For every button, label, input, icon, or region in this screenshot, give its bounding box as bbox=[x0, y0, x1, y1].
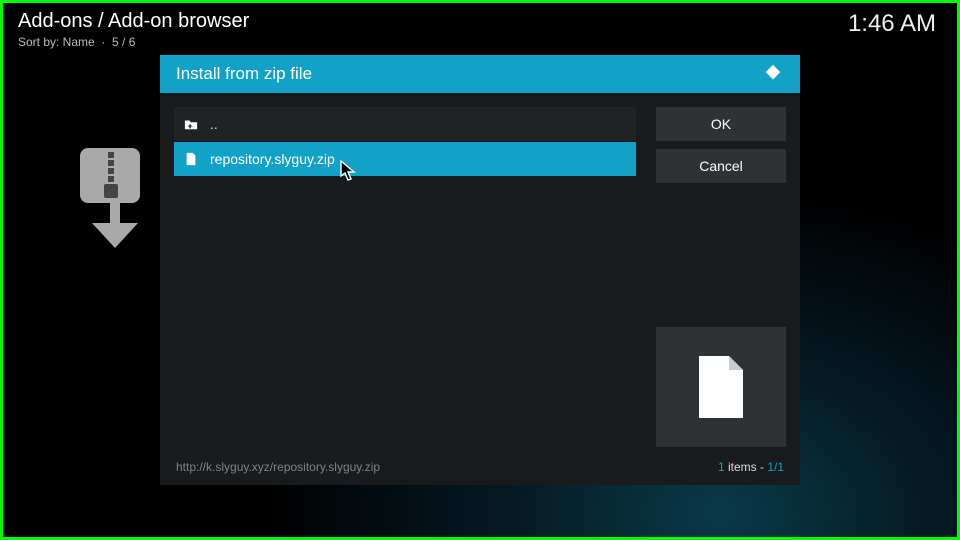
file-list: .. repository.slyguy.zip bbox=[174, 107, 636, 457]
dialog-title-text: Install from zip file bbox=[176, 64, 312, 84]
parent-folder-row[interactable]: .. bbox=[174, 107, 636, 141]
file-icon bbox=[184, 152, 198, 166]
header: Add-ons / Add-on browser Sort by: Name ·… bbox=[18, 10, 249, 49]
kodi-logo-icon bbox=[762, 63, 784, 85]
file-row[interactable]: repository.slyguy.zip bbox=[174, 142, 636, 176]
header-sub: Sort by: Name · 5 / 6 bbox=[18, 35, 249, 49]
dialog-footer: http://k.slyguy.xyz/repository.slyguy.zi… bbox=[160, 457, 800, 485]
install-dialog: Install from zip file .. repository.slyg… bbox=[160, 55, 800, 485]
position-label: 5 / 6 bbox=[112, 35, 135, 49]
ok-button[interactable]: OK bbox=[656, 107, 786, 141]
dialog-titlebar: Install from zip file bbox=[160, 55, 800, 93]
breadcrumb: Add-ons / Add-on browser bbox=[18, 10, 249, 33]
parent-label: .. bbox=[210, 116, 218, 132]
footer-count: 1 items - 1/1 bbox=[718, 460, 784, 474]
file-name: repository.slyguy.zip bbox=[210, 151, 335, 167]
folder-up-icon bbox=[184, 117, 198, 131]
dialog-sidebar: OK Cancel bbox=[656, 107, 786, 457]
footer-path: http://k.slyguy.xyz/repository.slyguy.zi… bbox=[176, 460, 380, 474]
sort-label: Sort by: Name bbox=[18, 35, 95, 49]
clock: 1:46 AM bbox=[848, 10, 936, 38]
zip-addon-icon bbox=[80, 148, 160, 248]
cancel-button[interactable]: Cancel bbox=[656, 149, 786, 183]
file-preview bbox=[656, 327, 786, 447]
header-sep: · bbox=[98, 35, 112, 49]
